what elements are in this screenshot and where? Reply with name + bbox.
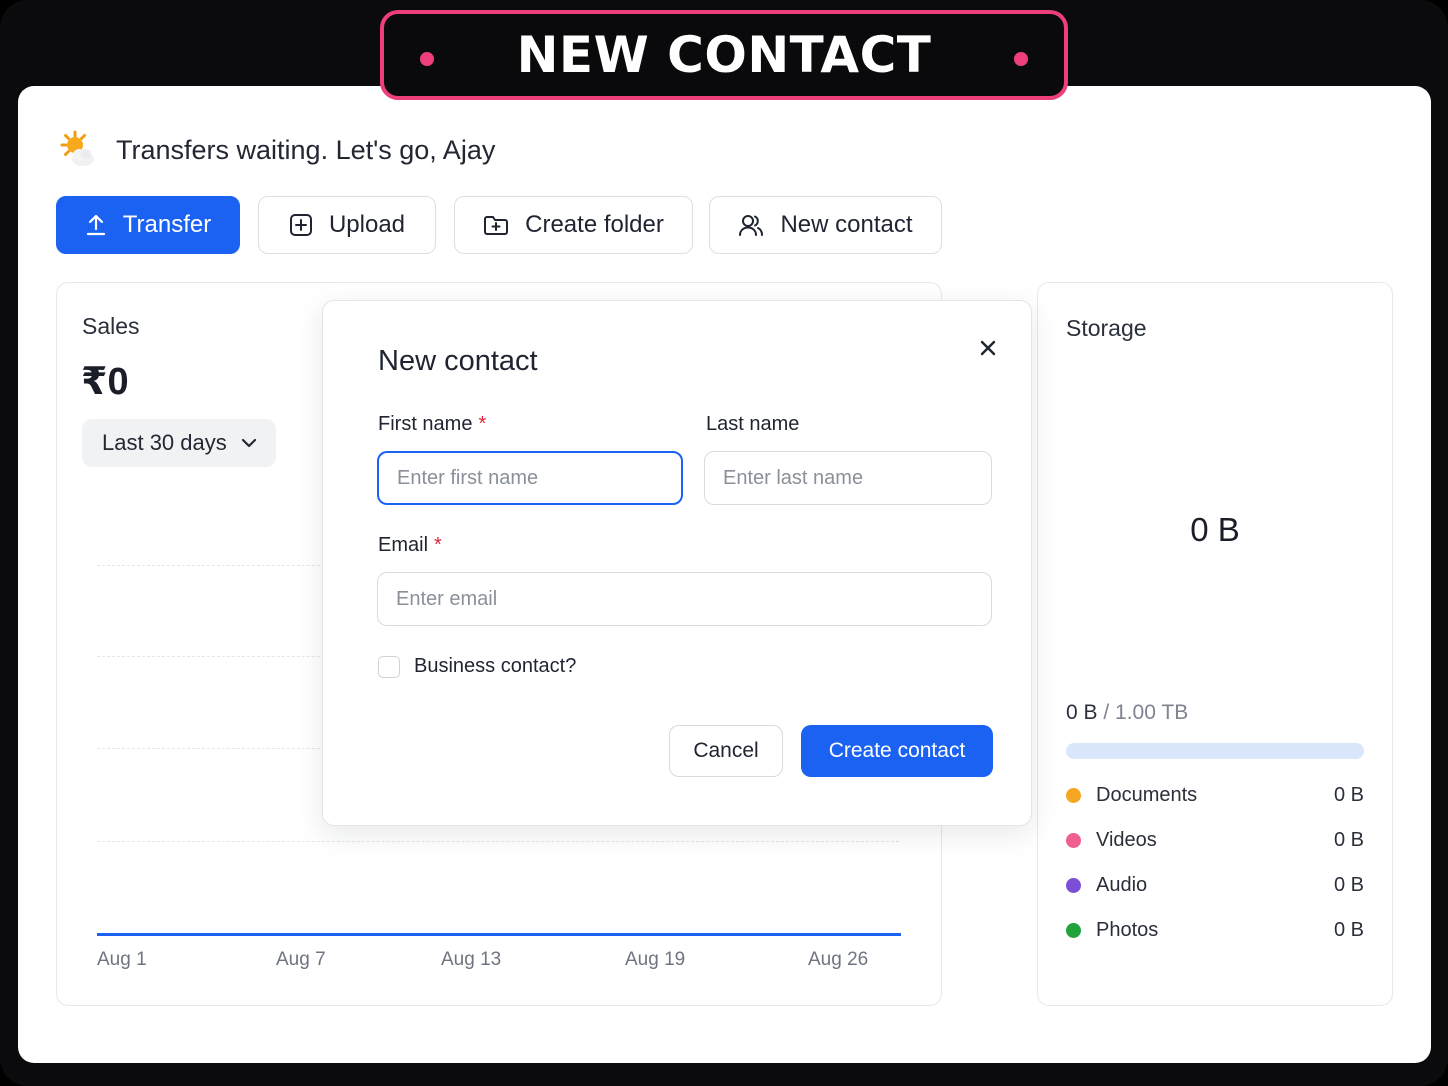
create-folder-button[interactable]: Create folder (454, 196, 693, 254)
legend-value: 0 B (1333, 828, 1364, 851)
sun-cloud-icon (58, 130, 98, 170)
title-banner: NEW CONTACT (380, 10, 1068, 100)
new-contact-button[interactable]: New contact (709, 196, 942, 254)
required-mark: * (478, 413, 487, 435)
legend-item-audio: Audio 0 B (1066, 871, 1364, 899)
x-tick-label: Aug 19 (625, 949, 686, 970)
plus-square-icon (289, 213, 313, 237)
legend-label: Videos (1096, 828, 1157, 851)
banner-title: NEW CONTACT (516, 26, 932, 84)
storage-usage: 0 B / 1.00 TB (1066, 701, 1188, 725)
business-contact-row: Business contact? (378, 655, 576, 678)
email-field[interactable] (377, 572, 992, 626)
required-mark: * (434, 534, 442, 556)
storage-capacity: / 1.00 TB (1097, 701, 1189, 724)
legend-value: 0 B (1333, 783, 1364, 806)
create-contact-button[interactable]: Create contact (801, 725, 993, 777)
range-select[interactable]: Last 30 days (82, 419, 276, 467)
legend-value: 0 B (1333, 873, 1364, 896)
legend-label: Documents (1096, 783, 1198, 806)
sales-title: Sales (82, 313, 140, 339)
legend-label: Audio (1096, 873, 1148, 896)
email-label-text: Email (378, 534, 429, 556)
legend-label: Photos (1096, 918, 1159, 941)
upload-button[interactable]: Upload (258, 196, 436, 254)
greeting: Transfers waiting. Let's go, Ajay (58, 130, 495, 170)
first-name-field[interactable] (377, 451, 683, 505)
documents-color-dot (1066, 787, 1081, 803)
business-contact-checkbox[interactable] (378, 655, 400, 678)
last-name-label: Last name (706, 413, 800, 435)
main-canvas: Transfers waiting. Let's go, Ajay Transf… (18, 86, 1431, 1063)
transfer-button[interactable]: Transfer (56, 196, 240, 254)
audio-color-dot (1066, 877, 1081, 893)
modal-title: New contact (378, 345, 538, 377)
email-label: Email * (378, 534, 442, 557)
storage-progress-bar (1066, 743, 1364, 759)
new-contact-modal: New contact First name* Last name Email*… (322, 300, 1032, 826)
cancel-button[interactable]: Cancel (669, 725, 783, 777)
legend-item-photos: Photos 0 B (1066, 916, 1364, 944)
x-tick-label: Aug 13 (441, 949, 502, 970)
business-contact-label: Business contact? (414, 655, 577, 677)
new-contact-label: New contact (780, 211, 913, 238)
grid-line (97, 841, 899, 842)
range-label: Last 30 days (102, 430, 227, 455)
banner-dot-left (420, 52, 434, 66)
close-icon[interactable] (975, 335, 1001, 361)
chevron-down-icon (241, 438, 257, 448)
storage-used: 0 B (1066, 701, 1098, 724)
x-tick-label: Aug 1 (97, 949, 147, 970)
x-tick-label: Aug 26 (808, 949, 869, 970)
sales-series-line (97, 933, 901, 936)
storage-title: Storage (1066, 315, 1147, 341)
storage-total-value: 0 B (1190, 511, 1240, 548)
upload-label: Upload (328, 211, 406, 238)
transfer-label: Transfer (122, 211, 212, 238)
legend-item-documents: Documents 0 B (1066, 781, 1364, 809)
legend-value: 0 B (1333, 918, 1364, 941)
users-icon (738, 213, 764, 237)
first-name-label-text: First name (378, 413, 473, 435)
banner-dot-right (1014, 52, 1028, 66)
storage-card: Storage 0 B 0 B / 1.00 TB Documents 0 B … (1037, 282, 1393, 1006)
greeting-text: Transfers waiting. Let's go, Ajay (116, 134, 496, 165)
upload-arrow-icon (85, 213, 107, 237)
create-folder-label: Create folder (525, 211, 664, 238)
photos-color-dot (1066, 922, 1081, 938)
legend-item-videos: Videos 0 B (1066, 826, 1364, 854)
x-tick-label: Aug 7 (276, 949, 326, 970)
last-name-field[interactable] (704, 451, 992, 505)
folder-plus-icon (483, 213, 509, 237)
sales-value: ₹0 (81, 361, 129, 403)
videos-color-dot (1066, 832, 1081, 848)
first-name-label: First name * (378, 413, 486, 436)
